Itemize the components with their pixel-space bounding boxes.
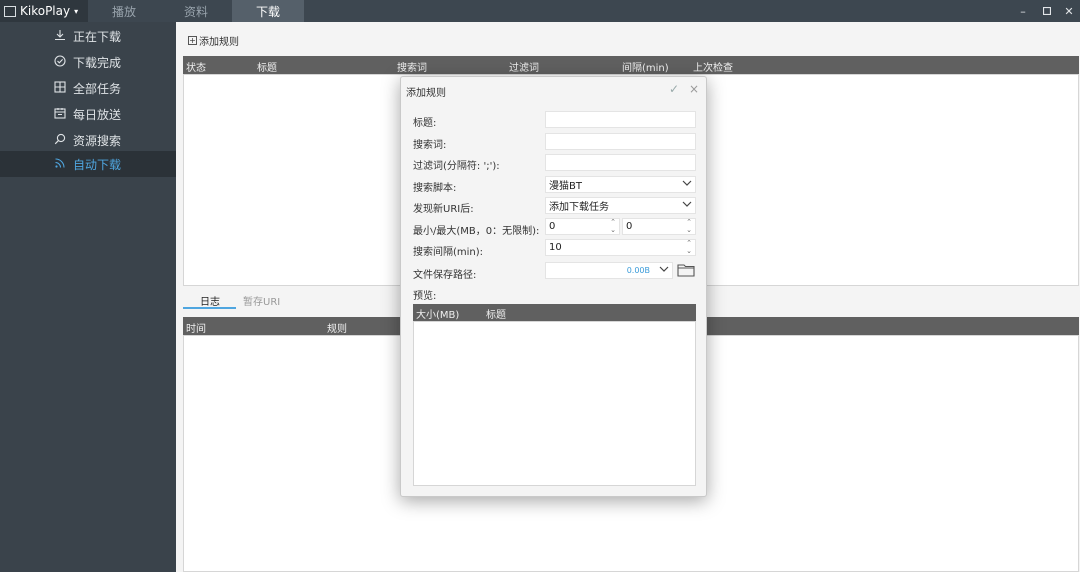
sidebar-item-label: 每日放送 (73, 107, 122, 122)
minimize-icon[interactable]: – (1012, 0, 1034, 22)
search-word-input-text[interactable] (549, 136, 695, 147)
filter-word-label: 过滤词(分隔符: ';'): (413, 161, 500, 172)
column-header[interactable]: 搜索词 (397, 59, 427, 74)
sidebar: 正在下载 下载完成 全部任务 每日放送 资源搜索 自动下载 (0, 22, 176, 572)
search-script-value: 漫猫BT (549, 181, 582, 192)
caret-down-icon: ▾ (74, 6, 79, 16)
sidebar-item-completed[interactable]: 下载完成 (0, 49, 176, 75)
tab-library[interactable]: 资料 (160, 0, 232, 22)
search-script-select[interactable]: 漫猫BT (545, 176, 696, 193)
min-size-value: 0 (549, 221, 556, 232)
search-word-input[interactable] (545, 133, 696, 150)
sidebar-item-label: 资源搜索 (73, 133, 122, 148)
title-input-text[interactable] (549, 114, 695, 125)
column-header[interactable]: 时间 (186, 320, 206, 335)
spin-arrows-icon[interactable]: ⌃ ⌄ (610, 218, 616, 234)
confirm-check-icon[interactable]: ✓ (669, 82, 679, 96)
interval-label: 搜索间隔(min): (413, 247, 484, 258)
sidebar-item-label: 下载完成 (73, 55, 122, 70)
column-header[interactable]: 标题 (257, 59, 277, 74)
close-icon[interactable]: ✕ (1058, 0, 1080, 22)
rss-icon (53, 157, 67, 172)
save-path-combobox[interactable]: 0.00B (545, 262, 673, 279)
title-label: 标题: (413, 118, 437, 129)
sidebar-item-label: 正在下载 (73, 29, 122, 44)
filter-word-input[interactable] (545, 154, 696, 171)
sidebar-item-label: 自动下载 (73, 157, 122, 172)
add-rule-label: 添加规则 (199, 37, 239, 48)
preview-table-header: 大小(MB) 标题 (413, 304, 696, 321)
chevron-down-icon (659, 264, 669, 277)
title-bar: KikoPlay ▾ 播放 资料 下载 – ✕ (0, 0, 1080, 22)
search-word-label: 搜索词: (413, 140, 447, 151)
sidebar-item-all-tasks[interactable]: 全部任务 (0, 75, 176, 101)
min-size-spinbox[interactable]: 0 ⌃ ⌄ (545, 218, 620, 235)
preview-label: 预览: (413, 291, 437, 302)
max-size-value: 0 (626, 221, 633, 232)
column-header[interactable]: 间隔(min) (622, 59, 669, 74)
column-header[interactable]: 上次检查 (693, 59, 733, 74)
max-size-spinbox[interactable]: 0 ⌃ ⌄ (622, 218, 696, 235)
column-header[interactable]: 标题 (486, 306, 506, 321)
spin-arrows-icon[interactable]: ⌃ ⌄ (686, 239, 692, 255)
download-icon (53, 29, 67, 44)
tab-log[interactable]: 日志 (200, 293, 220, 308)
tab-download[interactable]: 下载 (232, 0, 304, 22)
save-path-label: 文件保存路径: (413, 270, 477, 281)
check-circle-icon (53, 54, 67, 70)
on-new-uri-select[interactable]: 添加下载任务 (545, 197, 696, 214)
add-rule-button[interactable]: + 添加规则 (188, 33, 239, 48)
grid-icon (53, 80, 67, 96)
dialog-title: 添加规则 (406, 88, 446, 99)
title-input[interactable] (545, 111, 696, 128)
calendar-icon (53, 107, 67, 122)
search-icon (53, 133, 67, 148)
tab-pending-uri[interactable]: 暂存URI (243, 293, 280, 308)
chevron-down-icon (682, 178, 692, 191)
column-header[interactable]: 过滤词 (509, 59, 539, 74)
sidebar-item-downloading[interactable]: 正在下载 (0, 23, 176, 49)
app-menu-button[interactable]: KikoPlay ▾ (0, 0, 88, 22)
on-new-uri-value: 添加下载任务 (549, 202, 609, 213)
sidebar-item-resource-search[interactable]: 资源搜索 (0, 127, 176, 153)
column-header[interactable]: 规则 (327, 320, 347, 335)
interval-spinbox[interactable]: 10 ⌃ ⌄ (545, 239, 696, 256)
app-logo-icon (4, 5, 16, 17)
min-max-label: 最小/最大(MB，0：无限制): (413, 226, 540, 237)
preview-table-body[interactable] (413, 321, 696, 486)
sidebar-item-daily-broadcast[interactable]: 每日放送 (0, 101, 176, 127)
folder-icon[interactable] (677, 263, 695, 277)
close-icon[interactable]: × (689, 82, 699, 96)
column-header[interactable]: 状态 (186, 59, 206, 74)
column-header[interactable]: 大小(MB) (416, 306, 459, 321)
free-space-text: 0.00B (626, 266, 650, 275)
sidebar-item-auto-download[interactable]: 自动下载 (0, 151, 176, 177)
filter-word-input-text[interactable] (549, 157, 695, 168)
active-tab-indicator (183, 307, 236, 309)
spin-arrows-icon[interactable]: ⌃ ⌄ (686, 218, 692, 234)
maximize-icon[interactable] (1036, 0, 1058, 22)
rules-table-header: 状态 标题 搜索词 过滤词 间隔(min) 上次检查 (183, 56, 1079, 74)
chevron-down-icon (682, 199, 692, 212)
tab-play[interactable]: 播放 (88, 0, 160, 22)
on-new-uri-label: 发现新URI后: (413, 204, 474, 215)
app-name: KikoPlay (20, 4, 71, 18)
sidebar-item-label: 全部任务 (73, 81, 122, 96)
interval-value: 10 (549, 242, 562, 253)
plus-icon: + (188, 36, 197, 45)
add-rule-dialog: 添加规则 ✓ × 标题: 搜索词: 过滤词(分隔符: ';'): 搜索脚本: 漫… (400, 76, 707, 497)
search-script-label: 搜索脚本: (413, 183, 457, 194)
